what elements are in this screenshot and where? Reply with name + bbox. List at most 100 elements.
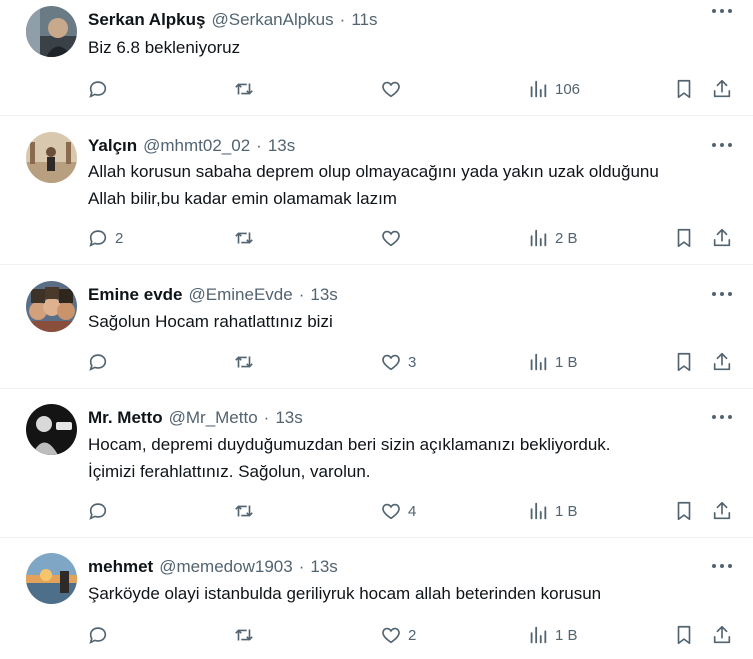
author-name[interactable]: Yalçın [88,136,137,156]
tweet-text-line: Allah korusun sabaha deprem olup olmayac… [88,162,659,181]
reply-button[interactable] [87,349,115,375]
like-button[interactable] [380,76,408,102]
bookmark-icon [673,78,695,100]
avatar[interactable] [26,281,77,332]
share-icon [711,624,733,646]
bookmark-button[interactable] [673,622,695,648]
tweet-feed: Serkan Alpkuş @SerkanAlpkus · 11s Biz 6.… [0,0,753,659]
like-icon [380,78,402,100]
tweet-text-line: Şarköyde olayi istanbulda geriliyruk hoc… [88,584,602,603]
tweet-text-line: İçimizi ferahlattınız. Sağolun, varolun. [88,462,371,481]
views-button[interactable]: 1 B [527,349,578,375]
like-button[interactable] [380,225,408,251]
timestamp[interactable]: 11s [351,10,377,30]
tweet-text-line: Sağolun Hocam rahatlattınız bizi [88,312,333,331]
tweet[interactable]: Yalçın @mhmt02_02 · 13s Allah korusun sa… [0,116,753,265]
like-button[interactable]: 3 [380,349,416,375]
views-button[interactable]: 1 B [527,622,578,648]
bookmark-icon [673,624,695,646]
views-button[interactable]: 1 B [527,498,578,524]
views-icon [527,227,549,249]
tweet-text: Hocam, depremi duyduğumuzdan beri sizin … [88,431,743,485]
author-handle[interactable]: @memedow1903 [159,557,293,577]
timestamp[interactable]: 13s [310,557,337,577]
timestamp[interactable]: 13s [275,408,302,428]
tweet[interactable]: Mr. Metto @Mr_Metto · 13s Hocam, depremi… [0,389,753,538]
retweet-icon [233,624,255,646]
author-name[interactable]: mehmet [88,557,153,577]
avatar[interactable] [26,553,77,604]
views-count: 1 B [555,502,578,520]
reply-icon [87,500,109,522]
bookmark-button[interactable] [673,225,695,251]
like-count: 3 [408,353,417,371]
retweet-icon [233,227,255,249]
retweet-icon [233,500,255,522]
avatar[interactable] [26,6,77,57]
tweet-text: Allah korusun sabaha deprem olup olmayac… [88,158,743,212]
retweet-button[interactable] [233,76,261,102]
tweet-text: Şarköyde olayi istanbulda geriliyruk hoc… [88,580,743,607]
author-handle[interactable]: @mhmt02_02 [143,136,250,156]
like-button[interactable]: 2 [380,622,416,648]
reply-icon [87,351,109,373]
author-handle[interactable]: @EmineEvde [189,285,293,305]
share-button[interactable] [711,76,733,102]
retweet-button[interactable] [233,225,261,251]
retweet-button[interactable] [233,622,261,648]
more-icon[interactable] [709,559,735,573]
views-button[interactable]: 106 [527,76,580,102]
like-count: 4 [408,502,417,520]
bookmark-button[interactable] [673,498,695,524]
share-button[interactable] [711,225,733,251]
separator-dot: · [298,557,305,576]
avatar[interactable] [26,404,77,455]
tweet-text: Biz 6.8 bekleniyoruz [88,34,743,61]
retweet-icon [233,78,255,100]
more-icon[interactable] [709,138,735,152]
tweet[interactable]: Emine evde @EmineEvde · 13s Sağolun Hoca… [0,265,753,389]
share-button[interactable] [711,349,733,375]
like-count: 2 [408,626,417,644]
views-count: 2 B [555,229,578,247]
share-button[interactable] [711,498,733,524]
more-icon[interactable] [709,4,735,18]
author-name[interactable]: Serkan Alpkuş [88,10,205,30]
author-name[interactable]: Mr. Metto [88,408,163,428]
tweet-text-line: Allah bilir,bu kadar emin olamamak lazım [88,189,397,208]
author-handle[interactable]: @SerkanAlpkus [211,10,333,30]
timestamp[interactable]: 13s [310,285,337,305]
timestamp[interactable]: 13s [268,136,295,156]
like-icon [380,227,402,249]
more-icon[interactable] [709,287,735,301]
tweet[interactable]: mehmet @memedow1903 · 13s Şarköyde olayi… [0,538,753,659]
reply-button[interactable] [87,498,115,524]
separator-dot: · [298,285,305,304]
share-button[interactable] [711,622,733,648]
bookmark-button[interactable] [673,349,695,375]
retweet-button[interactable] [233,498,261,524]
like-icon [380,500,402,522]
share-icon [711,227,733,249]
share-icon [711,500,733,522]
retweet-button[interactable] [233,349,261,375]
views-count: 106 [555,80,581,98]
more-icon[interactable] [709,410,735,424]
like-icon [380,624,402,646]
author-name[interactable]: Emine evde [88,285,183,305]
reply-button[interactable] [87,622,115,648]
reply-icon [87,227,109,249]
separator-dot: · [256,136,262,155]
views-count: 1 B [555,626,578,644]
reply-button[interactable] [87,76,115,102]
like-button[interactable]: 4 [380,498,416,524]
reply-button[interactable]: 2 [87,225,123,251]
views-button[interactable]: 2 B [527,225,578,251]
bookmark-button[interactable] [673,76,695,102]
tweet[interactable]: Serkan Alpkuş @SerkanAlpkus · 11s Biz 6.… [0,0,753,116]
tweet-text-line: Biz 6.8 bekleniyoruz [88,38,241,57]
author-handle[interactable]: @Mr_Metto [169,408,258,428]
avatar[interactable] [26,132,77,183]
separator-dot: · [263,408,270,427]
bookmark-icon [673,227,695,249]
